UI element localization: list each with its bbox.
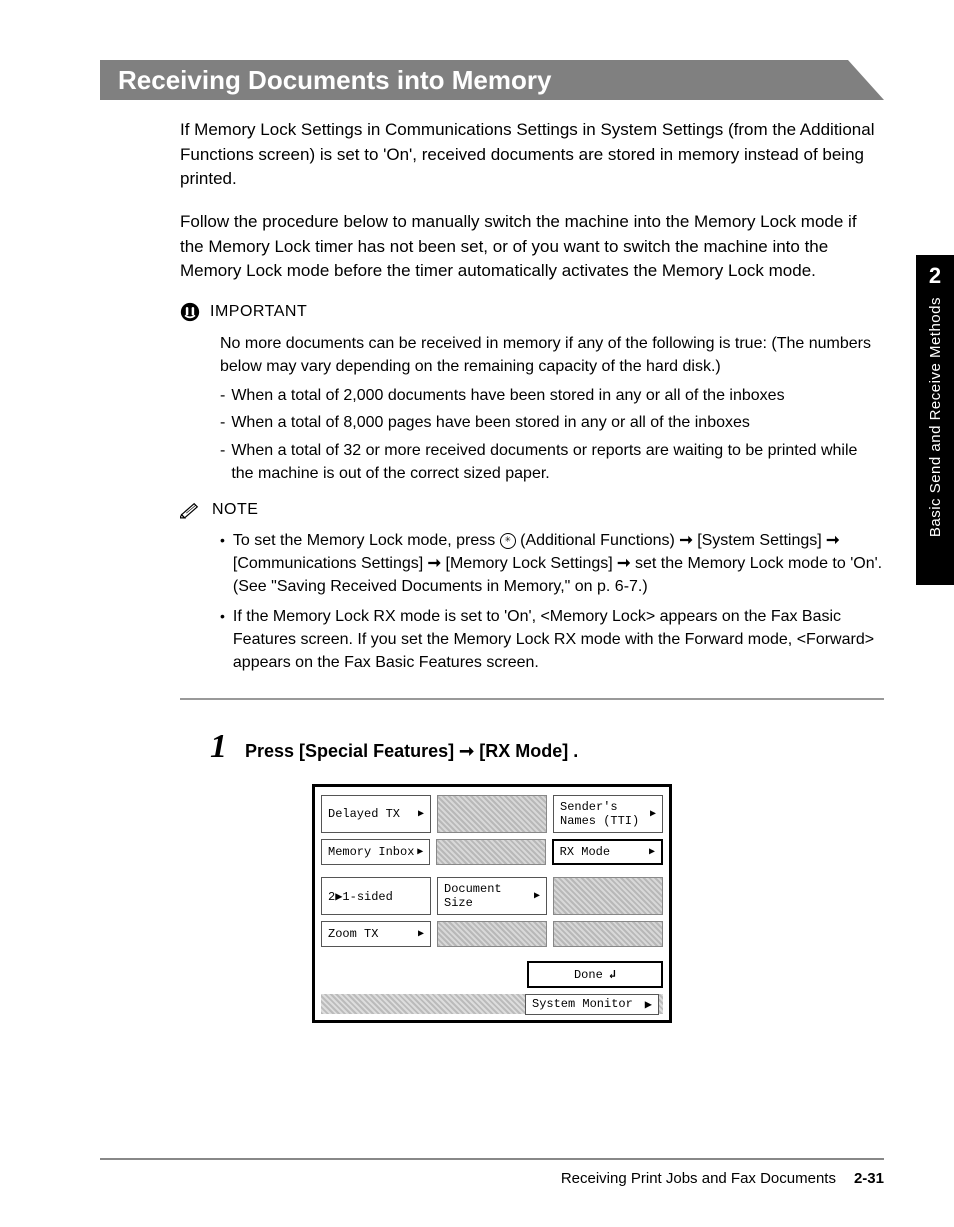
note-heading: NOTE [212, 501, 258, 519]
note-callout: NOTE [180, 501, 884, 519]
important-lead: No more documents can be received in mem… [220, 332, 884, 378]
step-text: Press [Special Features] ➞ [RX Mode] . [245, 741, 578, 762]
important-item-2: When a total of 8,000 pages have been st… [231, 411, 750, 434]
status-bar: System Monitor▶ [321, 994, 663, 1014]
chapter-number: 2 [929, 263, 941, 289]
step-number: 1 [210, 728, 227, 766]
memory-inbox-button[interactable]: Memory Inbox▶ [321, 839, 430, 865]
step-1: 1 Press [Special Features] ➞ [RX Mode] . [210, 728, 884, 766]
important-callout: IMPORTANT [180, 302, 884, 322]
important-item-1: When a total of 2,000 documents have bee… [231, 384, 784, 407]
done-button[interactable]: Done↲ [527, 961, 663, 988]
paragraph-2: Follow the procedure below to manually s… [180, 210, 884, 284]
lcd-screen: Delayed TX▶ Sender's Names (TTI)▶ Memory… [312, 784, 672, 1023]
section-title-bar: Receiving Documents into Memory [100, 60, 884, 100]
delayed-tx-button[interactable]: Delayed TX▶ [321, 795, 431, 833]
disabled-slot-5 [553, 921, 663, 947]
paragraph-1: If Memory Lock Settings in Communication… [180, 118, 884, 192]
rx-mode-button[interactable]: RX Mode▶ [552, 839, 663, 865]
page-footer: Receiving Print Jobs and Fax Documents 2… [100, 1158, 884, 1187]
section-title: Receiving Documents into Memory [118, 65, 551, 96]
two-to-one-sided-button[interactable]: 2▶1-sided [321, 877, 431, 915]
chapter-side-tab: 2 Basic Send and Receive Methods [916, 255, 954, 585]
important-icon [180, 302, 200, 322]
footer-title: Receiving Print Jobs and Fax Documents [561, 1170, 836, 1187]
disabled-slot-4 [437, 921, 547, 947]
disabled-slot-1 [437, 795, 547, 833]
divider [180, 698, 884, 700]
disabled-slot-3 [553, 877, 663, 915]
zoom-tx-button[interactable]: Zoom TX▶ [321, 921, 431, 947]
additional-functions-icon: ✳ [500, 533, 516, 549]
important-heading: IMPORTANT [210, 303, 307, 321]
important-list: -When a total of 2,000 documents have be… [220, 384, 884, 485]
senders-names-button[interactable]: Sender's Names (TTI)▶ [553, 795, 663, 833]
system-monitor-button[interactable]: System Monitor▶ [525, 994, 659, 1015]
note-item-2: If the Memory Lock RX mode is set to 'On… [233, 605, 884, 675]
chapter-label: Basic Send and Receive Methods [927, 297, 944, 537]
note-item-1: To set the Memory Lock mode, press ✳ (Ad… [233, 529, 884, 599]
page-number: 2-31 [854, 1170, 884, 1187]
note-icon [180, 501, 202, 519]
enter-icon: ↲ [609, 967, 616, 982]
disabled-slot-2 [436, 839, 545, 865]
important-item-3: When a total of 32 or more received docu… [231, 439, 884, 485]
document-size-button[interactable]: Document Size▶ [437, 877, 547, 915]
note-list: • To set the Memory Lock mode, press ✳ (… [220, 529, 884, 674]
